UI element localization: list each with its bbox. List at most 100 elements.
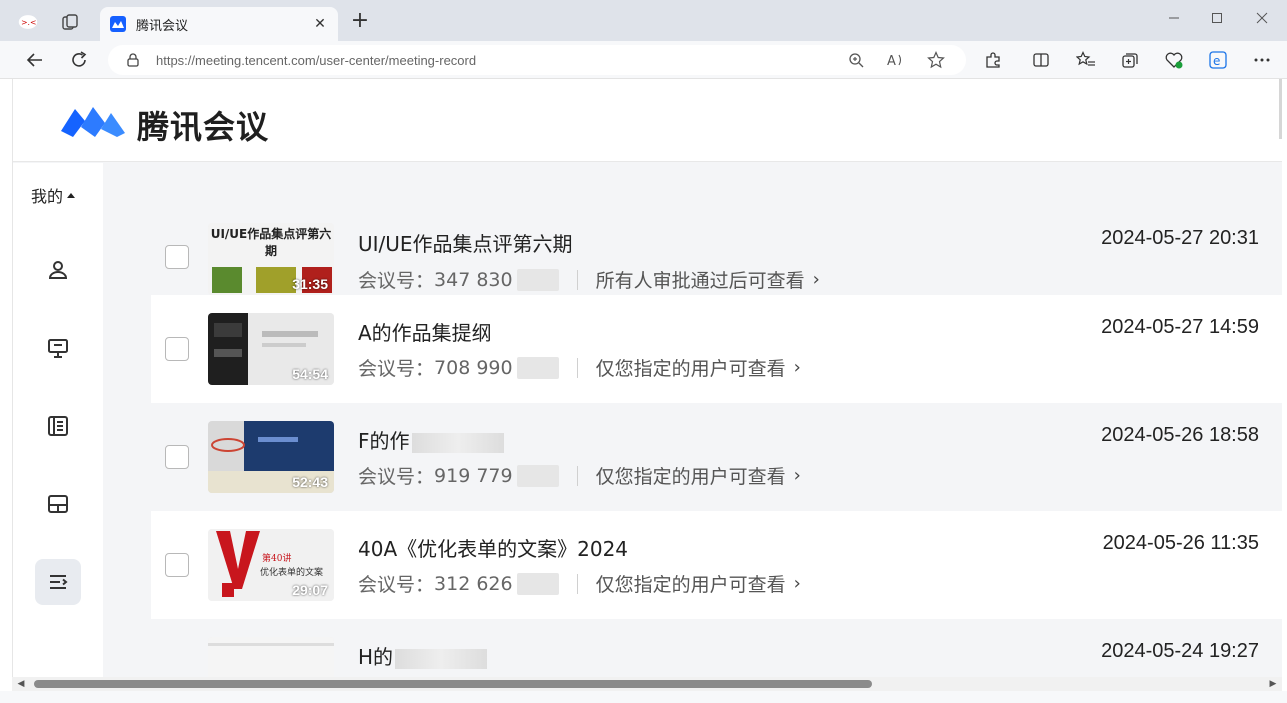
svg-text:>.<: >.<	[21, 18, 36, 27]
url-text[interactable]: https://meeting.tencent.com/user-center/…	[156, 53, 846, 68]
meeting-title[interactable]: H的	[358, 641, 488, 670]
meeting-id-value: 919 779	[434, 464, 513, 487]
meeting-id-label: 会议号：	[358, 358, 435, 380]
horizontal-scrollbar[interactable]: ◀ ▶	[12, 677, 1282, 691]
workspaces-icon[interactable]	[60, 12, 80, 32]
read-aloud-icon[interactable]: A	[886, 50, 906, 70]
chevron-right-icon[interactable]: ›	[813, 269, 820, 290]
thumbnail-caption: UI/UE作品集点评第六期	[210, 227, 332, 258]
sidebar: 我的	[13, 163, 103, 677]
sidebar-presentation-icon[interactable]	[35, 325, 81, 371]
maximize-icon[interactable]	[1199, 6, 1235, 30]
scroll-right-icon[interactable]: ▶	[1268, 679, 1278, 689]
meeting-date: 2024-05-24 19:27	[1101, 640, 1259, 662]
page-viewport: 腾讯会议 我的 UI/UE作品集点评第六期 31:35 UI/UE作品集点评第六…	[12, 79, 1282, 677]
divider	[576, 465, 578, 486]
profile-icon[interactable]: >.<	[18, 12, 38, 32]
address-bar[interactable]: https://meeting.tencent.com/user-center/…	[108, 45, 966, 75]
meeting-row[interactable]: 54:54 A的作品集提纲 会议号： 708 990 仅您指定的用户可查看 › …	[151, 295, 1282, 403]
duration-label: 31:35	[292, 276, 328, 292]
chevron-right-icon[interactable]: ›	[794, 357, 801, 378]
meeting-date: 2024-05-27 20:31	[1101, 227, 1259, 249]
window-bottom-edge	[0, 691, 1287, 703]
redacted-block	[516, 572, 559, 595]
refresh-icon[interactable]	[68, 49, 90, 71]
recording-thumbnail[interactable]: 52:43	[208, 421, 334, 493]
favorites-list-icon[interactable]	[1076, 50, 1096, 70]
permission-link[interactable]: 仅您指定的用户可查看	[596, 354, 786, 381]
redacted-block	[516, 464, 559, 487]
row-checkbox[interactable]	[165, 245, 189, 269]
edge-icon[interactable]: e	[1208, 50, 1228, 70]
row-checkbox[interactable]	[165, 337, 189, 361]
meeting-date: 2024-05-26 11:35	[1102, 532, 1259, 554]
tab-close-icon[interactable]: ✕	[310, 14, 330, 34]
meeting-title[interactable]: F的作	[358, 425, 504, 454]
meeting-row[interactable]: H的 2024-05-24 19:27	[151, 619, 1282, 677]
mine-menu[interactable]: 我的	[31, 183, 76, 207]
recording-thumbnail[interactable]: 第40讲 优化表单的文案 29:07	[208, 529, 334, 601]
meeting-title[interactable]: A的作品集提纲	[358, 317, 492, 346]
recording-thumbnail[interactable]: UI/UE作品集点评第六期 31:35	[208, 223, 334, 295]
divider	[576, 357, 578, 378]
meeting-date: 2024-05-27 14:59	[1101, 316, 1259, 338]
duration-label: 52:43	[292, 474, 328, 490]
row-checkbox[interactable]	[165, 445, 189, 469]
tencent-meeting-logo-icon[interactable]	[59, 101, 127, 143]
more-options-icon[interactable]	[1252, 50, 1272, 70]
meeting-row[interactable]: UI/UE作品集点评第六期 31:35 UI/UE作品集点评第六期 会议号： 3…	[151, 223, 1282, 295]
row-checkbox[interactable]	[165, 553, 189, 577]
meeting-meta: 会议号： 312 626 仅您指定的用户可查看 ›	[358, 570, 801, 597]
sidebar-record-list-icon[interactable]	[35, 559, 81, 605]
sidebar-user-icon[interactable]	[35, 247, 81, 293]
meeting-row[interactable]: 52:43 F的作 会议号： 919 779 仅您指定的用户可查看 › 2024…	[151, 403, 1282, 511]
meeting-id-value: 708 990	[434, 356, 513, 379]
caret-up-icon	[67, 192, 76, 198]
favorite-star-icon[interactable]	[926, 50, 946, 70]
meeting-row[interactable]: 第40讲 优化表单的文案 29:07 40A《优化表单的文案》2024 会议号：…	[151, 511, 1282, 619]
meeting-title[interactable]: UI/UE作品集点评第六期	[358, 228, 573, 257]
divider	[576, 269, 578, 290]
recording-thumbnail[interactable]	[208, 637, 334, 677]
scrollbar-thumb[interactable]	[34, 680, 872, 688]
back-icon[interactable]	[24, 49, 46, 71]
logo-text[interactable]: 腾讯会议	[137, 102, 269, 148]
recording-thumbnail[interactable]: 54:54	[208, 313, 334, 385]
sidebar-document-list-icon[interactable]	[35, 403, 81, 449]
chevron-right-icon[interactable]: ›	[794, 465, 801, 486]
thumbnail-subcaption: 优化表单的文案	[260, 568, 324, 578]
duration-label: 54:54	[292, 366, 328, 382]
duration-label: 29:07	[292, 582, 328, 598]
tab-tencent-meeting[interactable]: 腾讯会议 ✕	[100, 7, 338, 41]
split-screen-icon[interactable]	[1031, 50, 1051, 70]
minimize-icon[interactable]	[1156, 6, 1192, 30]
redacted-block	[395, 648, 488, 669]
permission-link[interactable]: 所有人审批通过后可查看	[596, 266, 805, 293]
site-header: 腾讯会议	[13, 79, 1282, 162]
permission-link[interactable]: 仅您指定的用户可查看	[596, 570, 786, 597]
redacted-block	[411, 432, 504, 453]
tencent-meeting-favicon-icon	[110, 16, 126, 32]
browser-tab-bar: >.< 腾讯会议 ✕ +	[0, 0, 1287, 41]
extensions-icon[interactable]	[983, 50, 1003, 70]
svg-text:e: e	[1213, 54, 1220, 68]
meeting-title-text: F的作	[358, 429, 410, 453]
meeting-title[interactable]: 40A《优化表单的文案》2024	[358, 533, 628, 562]
collections-icon[interactable]	[1120, 50, 1140, 70]
zoom-icon[interactable]	[846, 50, 866, 70]
chevron-right-icon[interactable]: ›	[794, 573, 801, 594]
meeting-record-list: UI/UE作品集点评第六期 31:35 UI/UE作品集点评第六期 会议号： 3…	[151, 223, 1282, 677]
meeting-date: 2024-05-26 18:58	[1101, 424, 1259, 446]
sidebar-layout-icon[interactable]	[35, 481, 81, 527]
page-vertical-scrollbar[interactable]	[1279, 79, 1282, 139]
new-tab-button[interactable]: +	[350, 10, 370, 32]
permission-link[interactable]: 仅您指定的用户可查看	[596, 462, 786, 489]
scroll-left-icon[interactable]: ◀	[16, 679, 26, 689]
browser-essentials-icon[interactable]	[1164, 50, 1184, 70]
meeting-meta: 会议号： 919 779 仅您指定的用户可查看 ›	[358, 462, 801, 489]
meeting-meta: 会议号： 708 990 仅您指定的用户可查看 ›	[358, 354, 801, 381]
window-close-icon[interactable]	[1244, 6, 1280, 30]
redacted-block	[516, 356, 559, 379]
lock-icon[interactable]	[126, 53, 140, 67]
mine-label: 我的	[31, 187, 64, 206]
